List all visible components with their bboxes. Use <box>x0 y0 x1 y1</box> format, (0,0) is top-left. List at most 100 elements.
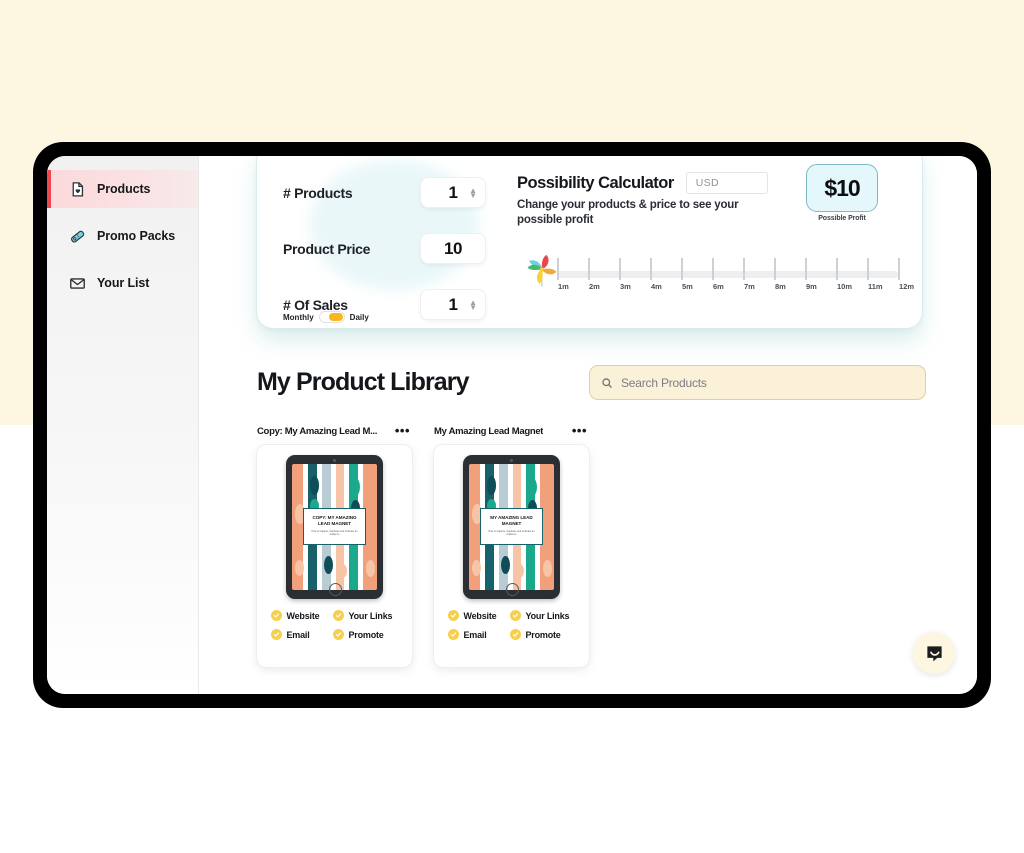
product-card-grid: Copy: My Amazing Lead M... ••• COPY: MY AM… <box>257 422 589 667</box>
pinwheel-icon <box>525 254 559 288</box>
timeline-tick-label: 8m <box>775 282 786 291</box>
cover-decorative-blob <box>543 560 552 577</box>
stepper-arrows-icon[interactable]: ▲ ▼ <box>469 186 477 199</box>
calculator-inputs: # Products 1 ▲ ▼ Product Price 10 # Of S… <box>257 156 517 328</box>
currency-select[interactable]: USD <box>685 172 768 194</box>
search-products-box[interactable]: Search Products <box>589 365 926 400</box>
check-circle-icon <box>447 610 459 621</box>
status-badge-label: Email <box>463 629 487 640</box>
field-num-products: # Products 1 ▲ ▼ <box>283 178 507 207</box>
product-card[interactable]: MY AMAZING LEAD MAGNET How to Capture, Ca… <box>434 445 589 667</box>
main-content: # Products 1 ▲ ▼ Product Price 10 # Of S… <box>199 156 977 694</box>
possible-profit-badge: $10 <box>806 164 878 212</box>
calculator-summary: Possibility Calculator USD Change your p… <box>517 156 922 328</box>
field-value: 1 <box>448 294 458 314</box>
search-icon <box>601 377 613 389</box>
timeline-tick <box>898 258 900 280</box>
status-badge-label: Your Links <box>525 610 570 621</box>
cover-decorative-blob <box>501 556 510 574</box>
num-sales-input[interactable]: 1 ▲ ▼ <box>421 290 485 319</box>
sidebar-item-promo-packs[interactable]: Promo Packs <box>47 217 198 255</box>
field-value: 10 <box>444 238 462 258</box>
calculator-subtitle: Change your products & price to see your… <box>517 199 739 226</box>
field-label: Product Price <box>283 240 371 257</box>
num-products-input[interactable]: 1 ▲ ▼ <box>421 178 485 207</box>
check-circle-icon <box>509 629 521 640</box>
status-badge-label: Promote <box>348 629 384 640</box>
timeline-tick-label: 2m <box>589 282 600 291</box>
status-badge[interactable]: Website <box>447 610 510 621</box>
toggle-label-daily: Daily <box>349 312 369 322</box>
status-badge-label: Website <box>463 610 497 621</box>
product-price-input[interactable]: 10 <box>421 234 485 263</box>
field-label: # Of Sales <box>283 296 348 313</box>
timeline-slider[interactable]: 1m 2m 3m 4m 5m 6m 7m 8m 9m 10m 11m 12m <box>525 254 914 304</box>
status-badge[interactable]: Promote <box>332 629 399 640</box>
status-badge[interactable]: Email <box>447 629 510 640</box>
field-label: # Products <box>283 184 353 201</box>
status-badge[interactable]: Promote <box>509 629 576 640</box>
status-badge[interactable]: Your Links <box>332 610 399 621</box>
calculator-title-row: Possibility Calculator USD <box>517 172 768 194</box>
envelope-icon <box>69 275 86 292</box>
document-heart-icon <box>69 181 86 198</box>
sidebar-item-label: Products <box>97 182 151 196</box>
timeline-ticks: 1m 2m 3m 4m 5m 6m 7m 8m 9m 10m 11m 12m <box>557 258 914 292</box>
timeline-tick <box>743 258 745 280</box>
frequency-toggle[interactable]: Monthly Daily <box>283 312 369 322</box>
product-card[interactable]: COPY: MY AMAZING LEAD MAGNET How to Captu… <box>257 445 412 667</box>
timeline-tick-label: 10m <box>837 282 853 291</box>
timeline-tick-label: 12m <box>899 282 915 291</box>
timeline-tick-label: 7m <box>744 282 755 291</box>
cover-decorative-blob <box>366 560 375 577</box>
timeline-tick-label: 11m <box>868 282 883 291</box>
timeline-tick <box>588 258 590 280</box>
chat-launcher-button[interactable] <box>913 632 955 674</box>
product-card-wrapper: Copy: My Amazing Lead M... ••• COPY: MY AM… <box>257 422 412 667</box>
cover-decorative-blob <box>295 560 304 576</box>
cover-subtitle: How to Capture, Captivate and Cultivate … <box>311 530 358 537</box>
product-menu-icon[interactable]: ••• <box>395 424 410 437</box>
cover-title-box: COPY: MY AMAZING LEAD MAGNET How to Captu… <box>303 508 366 545</box>
timeline-tick-label: 1m <box>558 282 569 291</box>
status-badge[interactable]: Email <box>270 629 333 640</box>
product-card-wrapper: My Amazing Lead Magnet ••• MY AMAZING LEAD… <box>434 422 589 667</box>
sidebar-item-your-list[interactable]: Your List <box>47 264 198 302</box>
cover-title-box: MY AMAZING LEAD MAGNET How to Capture, Ca… <box>480 508 543 545</box>
chat-bubble-icon <box>925 644 944 663</box>
timeline-tick-label: 4m <box>651 282 662 291</box>
possibility-calculator-panel: # Products 1 ▲ ▼ Product Price 10 # Of S… <box>257 156 922 328</box>
stepper-arrows-icon[interactable]: ▲ ▼ <box>469 298 477 311</box>
field-value: 1 <box>448 182 458 202</box>
cover-decorative-blob <box>310 476 319 495</box>
page-title: My Product Library <box>257 368 470 396</box>
cover-decorative-blob <box>472 560 481 576</box>
cover-decorative-blob <box>351 478 360 496</box>
cover-decorative-blob <box>487 476 496 495</box>
status-badge[interactable]: Website <box>270 610 333 621</box>
product-menu-icon[interactable]: ••• <box>572 424 587 437</box>
product-name: Copy: My Amazing Lead M... <box>257 425 378 437</box>
sidebar: Products Promo Packs Your List <box>47 156 199 694</box>
timeline-tick-label: 6m <box>713 282 724 291</box>
timeline-tick <box>867 258 869 280</box>
product-cover-art: MY AMAZING LEAD MAGNET How to Capture, Ca… <box>469 464 554 590</box>
cover-decorative-blob <box>324 556 333 574</box>
device-frame: Products Promo Packs Your List # Product… <box>33 142 991 708</box>
sidebar-item-label: Promo Packs <box>97 229 176 243</box>
library-header: My Product Library Search Products <box>257 365 937 412</box>
status-badge[interactable]: Your Links <box>509 610 576 621</box>
check-circle-icon <box>509 610 521 621</box>
timeline-tick-label: 3m <box>620 282 631 291</box>
toggle-switch[interactable] <box>319 312 344 322</box>
cover-decorative-blob <box>528 478 537 496</box>
possible-profit-value: $10 <box>824 174 860 201</box>
timeline-tick <box>681 258 683 280</box>
check-circle-icon <box>447 629 459 640</box>
product-card-header: Copy: My Amazing Lead M... ••• <box>257 422 412 440</box>
sidebar-item-products[interactable]: Products <box>47 170 198 208</box>
check-circle-icon <box>270 629 282 640</box>
timeline-tick <box>836 258 838 280</box>
device-screen: Products Promo Packs Your List # Product… <box>47 156 977 694</box>
sidebar-item-label: Your List <box>97 276 150 290</box>
